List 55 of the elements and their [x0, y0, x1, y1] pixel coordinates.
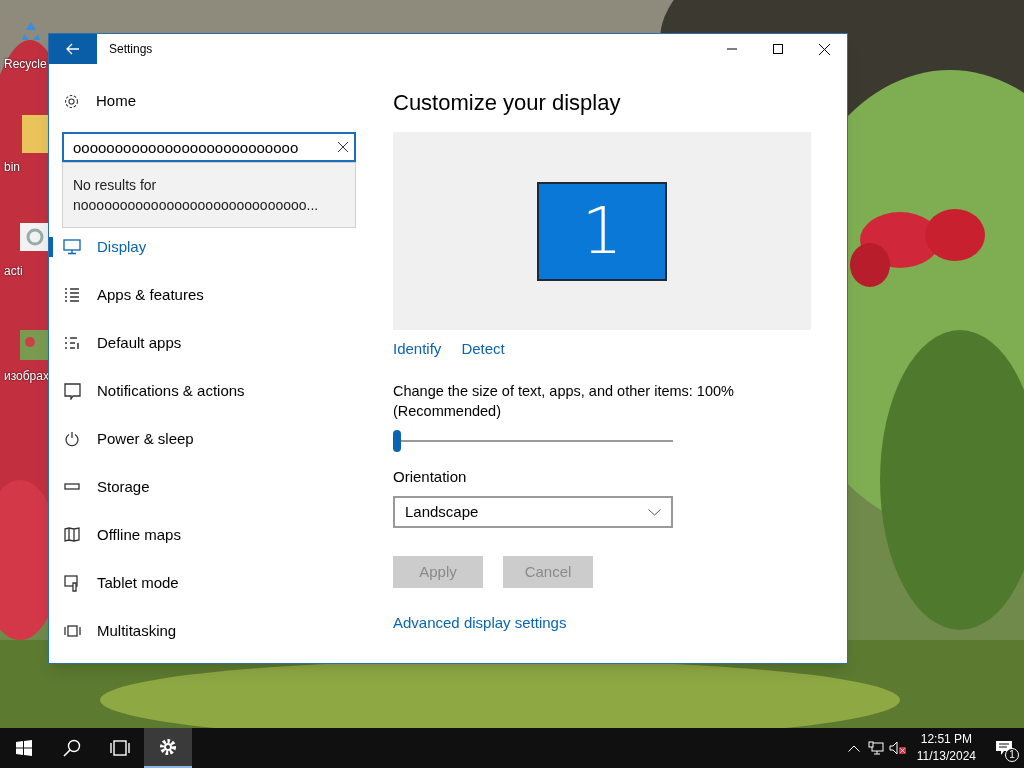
arrow-left-icon: [66, 43, 80, 55]
scale-label: Change the size of text, apps, and other items: 100% (Recommended): [393, 381, 735, 421]
clock[interactable]: 12:51 PM 11/13/2024: [908, 731, 984, 765]
window-title: Settings: [109, 41, 154, 58]
task-view-icon: [109, 740, 131, 756]
link[interactable]: Identify: [393, 338, 442, 361]
window-icon: [63, 625, 81, 637]
search-icon: [63, 739, 81, 757]
desktop-icon-label[interactable]: acti: [4, 265, 23, 277]
no-results-message: No results for nooooooooooooooooooooooooooooo...: [73, 176, 320, 215]
desktop-icon-label[interactable]: Recycle: [4, 58, 47, 70]
sidebar-item[interactable]: Apps & features: [97, 283, 204, 307]
scale-slider[interactable]: [393, 429, 673, 452]
power-icon: [64, 431, 80, 447]
folder-icon[interactable]: [20, 113, 48, 153]
sidebar-item[interactable]: Storage: [97, 475, 150, 499]
message-icon: [63, 382, 81, 400]
search-field[interactable]: ooooooooooooooooooooooooooo: [62, 132, 356, 162]
monitor-tile[interactable]: 1: [537, 181, 667, 281]
sidebar-item[interactable]: Notifications & actions: [97, 379, 245, 403]
windows-logo-icon: [16, 740, 32, 756]
gear-icon: [158, 737, 178, 757]
settings-taskbar-button[interactable]: [144, 728, 192, 768]
gear-icon[interactable]: [20, 223, 50, 251]
home-link[interactable]: Home: [96, 89, 136, 113]
page-heading: Customize your display: [393, 89, 622, 117]
sidebar-item[interactable]: Power & sleep: [97, 427, 194, 451]
maximize-icon: [773, 44, 783, 54]
sidebar-item[interactable]: Offline maps: [97, 523, 181, 547]
map-icon: [63, 527, 81, 543]
drive-icon: [64, 483, 80, 491]
tablet-icon: [63, 574, 81, 592]
desktop-icon-label[interactable]: изобрах: [4, 370, 49, 382]
list-icon: [64, 287, 80, 303]
sidebar-item[interactable]: Multitasking: [97, 619, 177, 643]
chevron-down-icon: [648, 508, 661, 516]
desktop-icon-label[interactable]: bin: [4, 161, 20, 173]
slider-thumb[interactable]: [393, 429, 401, 452]
orientation-dropdown[interactable]: Landscape: [393, 496, 673, 528]
image-icon[interactable]: [20, 330, 50, 360]
list-icon: [64, 336, 80, 350]
clear-button[interactable]: [336, 140, 350, 154]
monitor-icon: [63, 239, 81, 255]
link[interactable]: Detect: [461, 338, 505, 361]
sidebar-item[interactable]: Display: [97, 235, 147, 259]
close-icon: [338, 142, 348, 152]
advanced-settings-link[interactable]: Advanced display settings: [393, 612, 811, 635]
sidebar-item[interactable]: Tablet mode: [97, 571, 179, 595]
sidebar-item[interactable]: Default apps: [97, 331, 182, 355]
back-button[interactable]: [49, 34, 97, 64]
orientation-label: Orientation: [393, 466, 468, 487]
close-icon: [818, 43, 830, 55]
gear-icon: [63, 92, 80, 110]
action-center-button[interactable]: 1: [984, 728, 1024, 768]
notification-count-badge: 1: [1005, 748, 1019, 762]
